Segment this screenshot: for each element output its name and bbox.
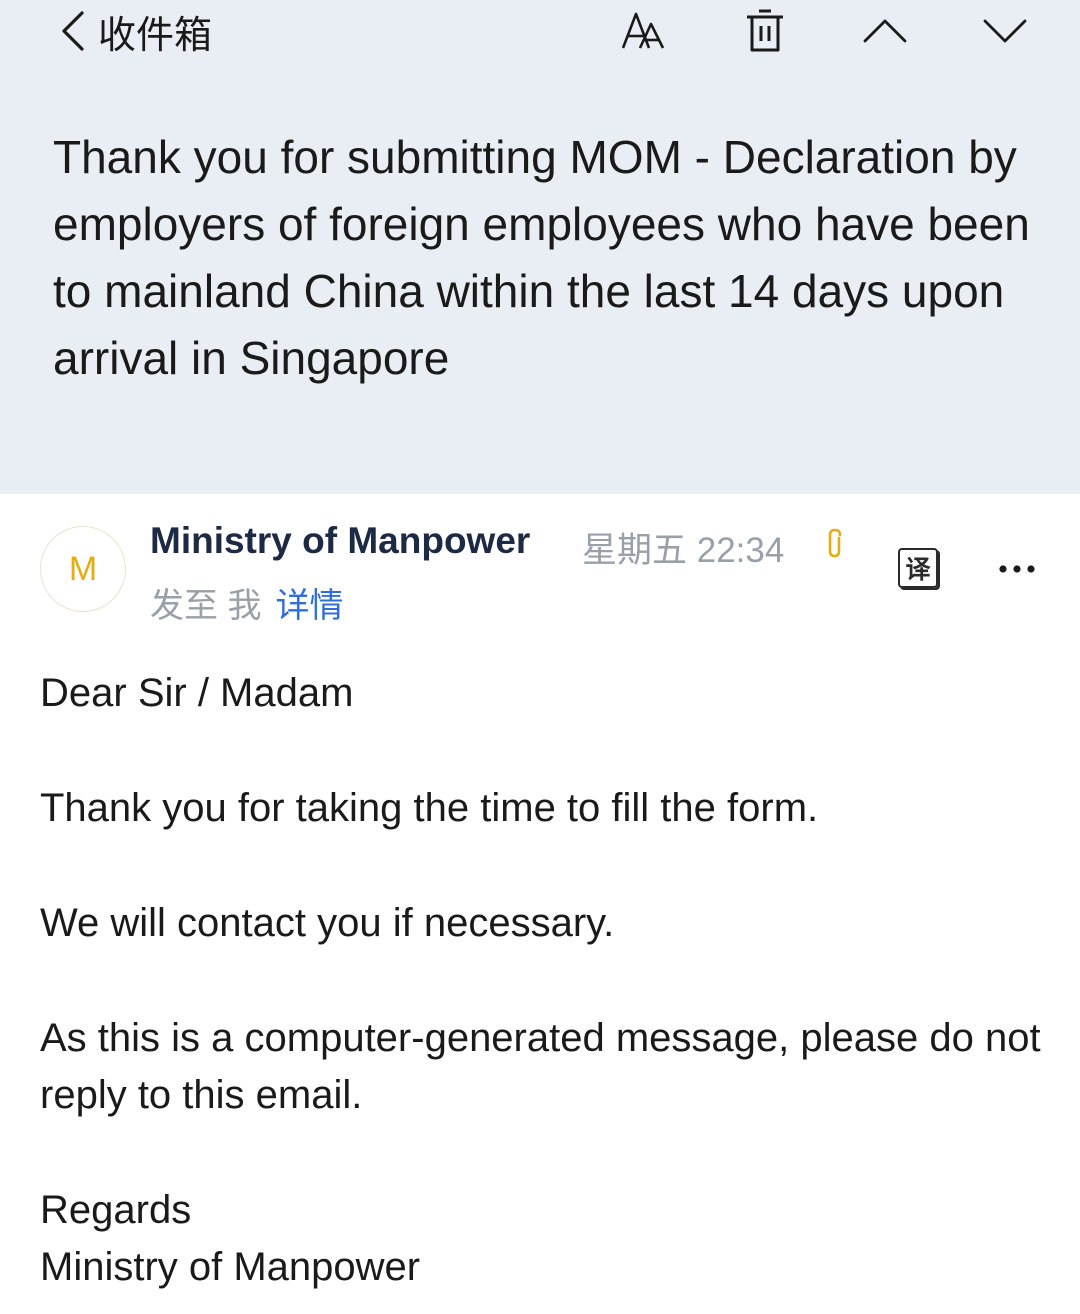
- email-date: 星期五 22:34: [582, 531, 785, 570]
- font-size-button[interactable]: [618, 8, 668, 54]
- body-paragraph-1: Thank you for taking the time to fill th…: [40, 786, 819, 830]
- email-subject: Thank you for submitting MOM - Declarati…: [53, 131, 1030, 384]
- top-nav-bar: 收件箱: [0, 0, 1080, 64]
- email-body: Dear Sir / Madam Thank you for taking th…: [40, 665, 1050, 1296]
- signature: Ministry of Manpower: [40, 1245, 421, 1289]
- more-options-button[interactable]: [992, 554, 1042, 584]
- body-paragraph-3: As this is a computer-generated message,…: [40, 1016, 1041, 1117]
- more-icon: [999, 565, 1035, 573]
- details-link[interactable]: 详情: [275, 587, 343, 625]
- chevron-up-icon: [863, 19, 907, 43]
- chevron-left-icon: [62, 11, 84, 51]
- next-email-button[interactable]: [980, 8, 1030, 54]
- closing: Regards: [40, 1188, 192, 1232]
- email-header-panel: 收件箱 Thank you for submitting MOM - Decla…: [0, 0, 1080, 494]
- delete-button[interactable]: [740, 8, 790, 54]
- recipient-text: 发至 我: [150, 587, 262, 625]
- avatar[interactable]: M: [40, 526, 126, 612]
- font-size-icon: [621, 12, 665, 49]
- sender-name[interactable]: Ministry of Manpower: [150, 520, 530, 562]
- greeting: Dear Sir / Madam: [40, 671, 354, 715]
- trash-icon: [747, 9, 783, 52]
- back-label: 收件箱: [98, 12, 213, 57]
- translate-button[interactable]: 译: [898, 548, 938, 588]
- recipient-line: 发至 我详情: [150, 578, 343, 627]
- chevron-down-icon: [983, 19, 1027, 43]
- body-paragraph-2: We will contact you if necessary.: [40, 901, 615, 945]
- sender-row: M Ministry of Manpower 星期五 22:34 发至 我详情 …: [0, 494, 1080, 644]
- previous-email-button[interactable]: [860, 8, 910, 54]
- back-to-inbox-button[interactable]: 收件箱: [58, 6, 213, 57]
- attachment-icon: [828, 528, 842, 558]
